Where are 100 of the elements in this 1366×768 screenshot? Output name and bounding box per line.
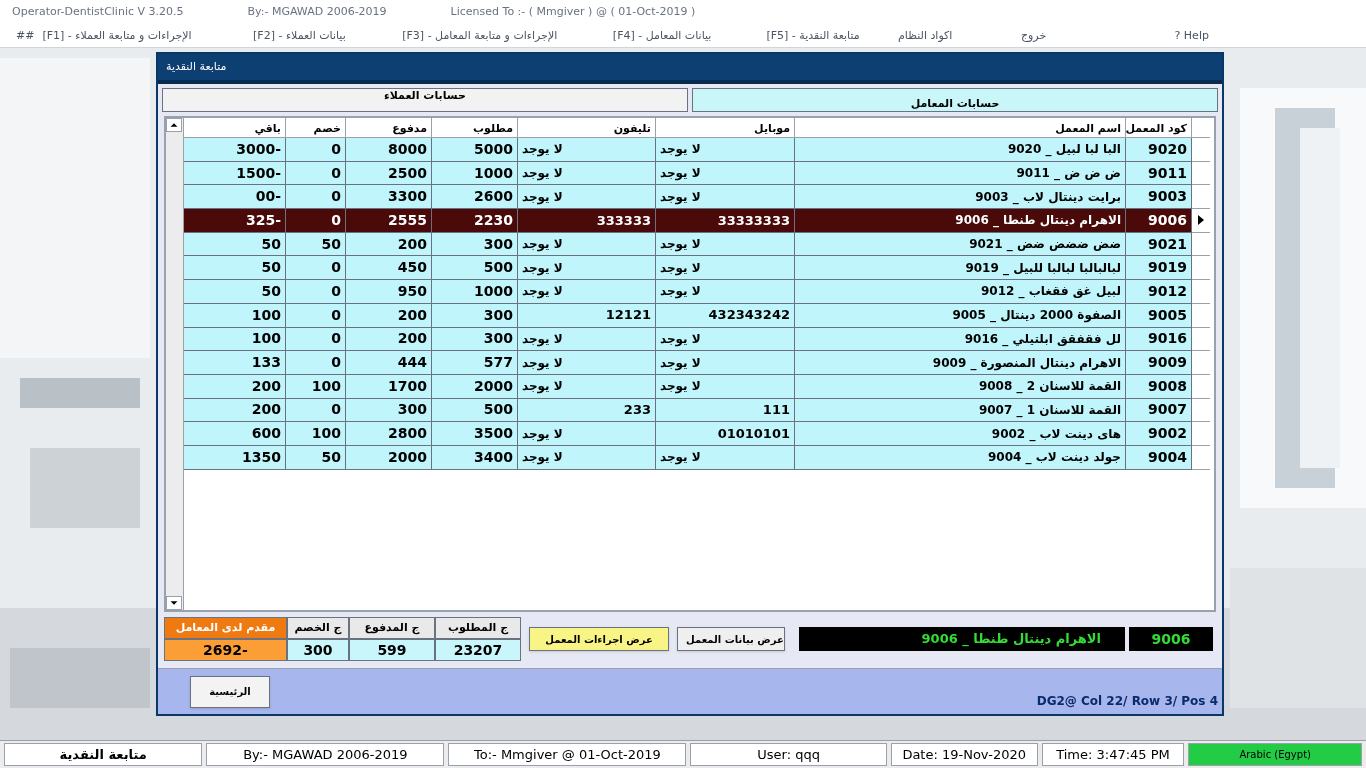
total-value: 23207: [435, 639, 521, 661]
table-cell: برايت دينتال لاب _ 9003: [795, 185, 1126, 210]
table-cell: لا يوجد: [518, 327, 656, 352]
window-title: متابعة النقدية: [166, 58, 227, 75]
table-cell: 2230: [432, 209, 518, 233]
table-cell: لا يوجد: [656, 232, 795, 257]
tab[interactable]: حسابات العملاء: [162, 88, 688, 112]
table-cell: 0: [286, 351, 346, 375]
table-cell: 5000: [432, 138, 518, 162]
table-cell: 9007: [1126, 398, 1192, 423]
table-cell: 50: [286, 232, 346, 257]
table-cell: القمة للاسنان 2 _ 9008: [795, 374, 1126, 399]
table-cell: ض ض ض _ 9011: [795, 161, 1126, 186]
table-cell: 0: [286, 161, 346, 186]
table-cell: لا يوجد: [518, 256, 656, 281]
grid-position-text: DG2@ Col 22/ Row 3/ Pos 4: [1036, 693, 1218, 710]
table-cell: 0: [286, 185, 346, 210]
table-cell: 200: [184, 374, 286, 399]
table-cell: لا يوجد: [518, 445, 656, 470]
total-label: ج الخصم: [287, 617, 349, 639]
table-cell: لا يوجد: [518, 422, 656, 446]
table-cell: 2000: [432, 374, 518, 399]
table-cell: 1700: [346, 374, 432, 399]
table-cell: القمة للاسنان 1 _ 9007: [795, 398, 1126, 423]
table-cell: 500: [432, 398, 518, 423]
table-cell: 200: [346, 232, 432, 257]
action-button[interactable]: عرض اجراءات المعمل: [529, 627, 669, 651]
table-cell: 950: [346, 280, 432, 304]
license-text: Licensed To :- ( Mmgiver ) @ ( 01-Oct-2019 ): [450, 4, 696, 21]
table-cell: لا يوجد: [656, 327, 795, 352]
menu-marker: ##: [16, 27, 35, 44]
table-cell: الصفوة 2000 دينتال _ 9005: [795, 303, 1126, 328]
scrollbar[interactable]: [166, 118, 184, 610]
table-cell: 9021: [1126, 232, 1192, 257]
table-cell: 2000: [346, 445, 432, 470]
table-cell: 3300: [346, 185, 432, 210]
table-cell: 0: [286, 303, 346, 328]
table-cell: جولد دينت لاب _ 9004: [795, 445, 1126, 470]
table-cell: 50: [184, 256, 286, 281]
table-cell: لا يوجد: [518, 161, 656, 186]
table-cell: 100: [286, 422, 346, 446]
table-cell: 0: [286, 280, 346, 304]
table-cell: 300: [346, 398, 432, 423]
total-label: مقدم لدى المعامل: [164, 617, 287, 639]
table-cell: لا يوجد: [656, 256, 795, 281]
table-cell: الاهرام دينتال طنطا _ 9006: [795, 209, 1126, 233]
selected-lab-code: 9006: [1129, 627, 1213, 651]
table-cell: لا يوجد: [656, 138, 795, 162]
home-button[interactable]: الرئيسية: [190, 675, 270, 708]
table-cell: 133: [184, 351, 286, 375]
row-pointer-icon: [1197, 215, 1205, 226]
table-cell: لبالبالبا لبالبا للبيل _ 9019: [795, 256, 1126, 281]
table-cell: 300: [432, 327, 518, 352]
table-cell: لا يوجد: [656, 351, 795, 375]
table-cell: ضض ضضض ضض _ 9021: [795, 232, 1126, 257]
menu-item[interactable]: متابعة النقدية - [F5]: [766, 27, 860, 45]
table-cell: 9019: [1126, 256, 1192, 281]
table-cell: لبيل غق فقغاب _ 9012: [795, 280, 1126, 304]
table-cell: 9002: [1126, 422, 1192, 446]
table-cell: 325-: [184, 209, 286, 233]
app-version: Operator-DentistClinic V 3.20.5: [12, 4, 184, 21]
table-cell: الاهرام دينتال المنصورة _ 9009: [795, 351, 1126, 375]
scroll-up-icon[interactable]: [166, 118, 182, 132]
table-cell: 2600: [432, 185, 518, 210]
table-cell: 100: [184, 327, 286, 352]
menu-item[interactable]: بيانات العملاء - [F2]: [253, 27, 346, 45]
table-cell: 0: [286, 327, 346, 352]
table-cell: 9005: [1126, 303, 1192, 328]
table-cell: 9016: [1126, 327, 1192, 352]
table-cell: 333333: [518, 209, 656, 233]
table-cell: 100: [286, 374, 346, 399]
table-cell: 9006: [1126, 209, 1192, 233]
menu-item[interactable]: خروج: [1020, 27, 1047, 45]
table-cell: هاى دينت لاب _ 9002: [795, 422, 1126, 446]
table-cell: 9020: [1126, 138, 1192, 162]
total-value: 2692-: [164, 639, 287, 661]
table-cell: 33333333: [656, 209, 795, 233]
menu-item[interactable]: الإجراءات و متابعة العملاء - [F1]: [42, 27, 192, 45]
total-value: 599: [349, 639, 435, 661]
selected-lab-name: الاهرام دينتال طنطا _ 9006: [799, 627, 1125, 651]
menu-item[interactable]: Help ?: [1174, 27, 1209, 45]
action-button[interactable]: عرض بيانات المعمل: [677, 627, 785, 651]
total-value: 300: [287, 639, 349, 661]
table-cell: 50: [184, 232, 286, 257]
table-cell: 0: [286, 256, 346, 281]
menu-item[interactable]: اكواد النظام: [898, 27, 953, 45]
table-cell: لا يوجد: [518, 138, 656, 162]
table-cell: 3000-: [184, 138, 286, 162]
menu-item[interactable]: بيانات المعامل - [F4]: [612, 27, 712, 45]
table-cell: لا يوجد: [518, 185, 656, 210]
table-cell: 200: [184, 398, 286, 423]
table-cell: لل فقفقق ابلتيلي _ 9016: [795, 327, 1126, 352]
table-cell: 9011: [1126, 161, 1192, 186]
table-cell: 1350: [184, 445, 286, 470]
table-cell: 300: [432, 232, 518, 257]
table-cell: 1500-: [184, 161, 286, 186]
scroll-down-icon[interactable]: [166, 596, 182, 610]
menu-item[interactable]: الإجراءات و متابعة المعامل - [F3]: [402, 27, 558, 45]
table-cell: 2500: [346, 161, 432, 186]
tab[interactable]: حسابات المعامل: [692, 88, 1218, 112]
